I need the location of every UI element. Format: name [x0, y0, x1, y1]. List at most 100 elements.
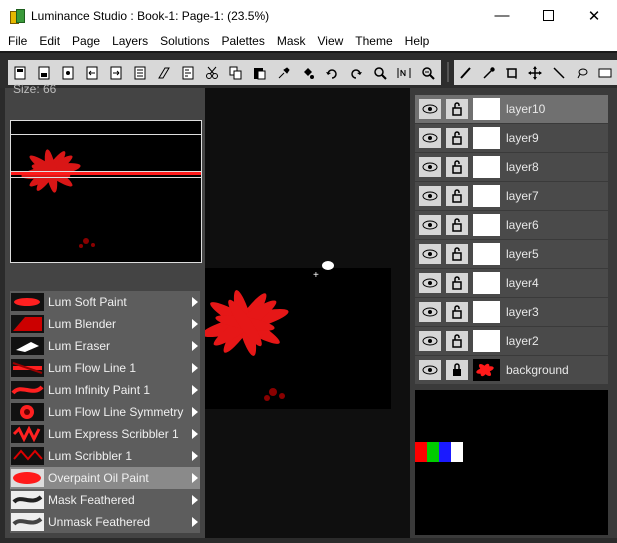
layer-row[interactable]: layer3 — [415, 298, 608, 326]
menu-help[interactable]: Help — [405, 34, 430, 48]
move-icon[interactable] — [526, 63, 545, 83]
menu-edit[interactable]: Edit — [39, 34, 60, 48]
redo-icon[interactable] — [346, 63, 366, 83]
layer-row[interactable]: background — [415, 356, 608, 384]
chevron-right-icon[interactable] — [192, 451, 198, 461]
copy-icon[interactable] — [226, 63, 246, 83]
color-swatch[interactable] — [439, 442, 451, 462]
layer-row[interactable]: layer10 — [415, 95, 608, 123]
menu-view[interactable]: View — [318, 34, 344, 48]
undo-icon[interactable] — [322, 63, 342, 83]
eye-icon[interactable] — [419, 273, 441, 293]
artwork-canvas[interactable] — [205, 268, 391, 409]
layer-row[interactable]: layer6 — [415, 211, 608, 239]
eye-icon[interactable] — [419, 331, 441, 351]
color-swatch[interactable] — [415, 442, 427, 462]
import-icon[interactable] — [82, 63, 102, 83]
layer-row[interactable]: layer4 — [415, 269, 608, 297]
new-icon[interactable] — [10, 63, 30, 83]
lasso-icon[interactable] — [572, 63, 591, 83]
line-icon[interactable] — [549, 63, 568, 83]
chevron-right-icon[interactable] — [192, 297, 198, 307]
chevron-right-icon[interactable] — [192, 429, 198, 439]
chevron-right-icon[interactable] — [192, 341, 198, 351]
brush-item[interactable]: Lum Soft Paint — [10, 291, 200, 313]
menu-layers[interactable]: Layers — [112, 34, 148, 48]
open-icon[interactable] — [58, 63, 78, 83]
layer-row[interactable]: layer2 — [415, 327, 608, 355]
close-button[interactable]: ✕ — [571, 0, 617, 31]
menu-palettes[interactable]: Palettes — [221, 34, 264, 48]
cut-icon[interactable] — [202, 63, 222, 83]
brush-item[interactable]: Mask Feathered — [10, 489, 200, 511]
brush-item[interactable]: Lum Flow Line 1 — [10, 357, 200, 379]
eye-icon[interactable] — [419, 128, 441, 148]
brush-item[interactable]: Unmask Feathered — [10, 511, 200, 533]
lock-closed-icon[interactable] — [446, 360, 468, 380]
brush-item[interactable]: Lum Eraser — [10, 335, 200, 357]
actual-size-icon[interactable] — [394, 63, 414, 83]
lock-icon[interactable] — [446, 273, 468, 293]
navigator-preview[interactable] — [10, 120, 202, 263]
chevron-right-icon[interactable] — [192, 319, 198, 329]
lock-icon[interactable] — [446, 186, 468, 206]
zoom-out-icon[interactable] — [418, 63, 438, 83]
brush-list: Lum Soft Paint Lum Blender Lum Eraser Lu… — [10, 291, 200, 533]
lock-icon[interactable] — [446, 157, 468, 177]
chevron-right-icon[interactable] — [192, 407, 198, 417]
lock-icon[interactable] — [446, 331, 468, 351]
maximize-button[interactable] — [525, 0, 571, 31]
print-icon[interactable] — [130, 63, 150, 83]
layer-row[interactable]: layer7 — [415, 182, 608, 210]
fill-icon[interactable] — [298, 63, 318, 83]
brush-icon[interactable] — [456, 63, 475, 83]
chevron-right-icon[interactable] — [192, 517, 198, 527]
color-swatch[interactable] — [451, 442, 463, 462]
eyedropper-icon[interactable] — [479, 63, 498, 83]
paste-icon[interactable] — [250, 63, 270, 83]
lock-icon[interactable] — [446, 99, 468, 119]
eye-icon[interactable] — [419, 186, 441, 206]
export-icon[interactable] — [106, 63, 126, 83]
rect-icon[interactable] — [596, 63, 615, 83]
eye-icon[interactable] — [419, 244, 441, 264]
layer-row[interactable]: layer8 — [415, 153, 608, 181]
script-icon[interactable] — [178, 63, 198, 83]
eye-icon[interactable] — [419, 302, 441, 322]
chevron-right-icon[interactable] — [192, 385, 198, 395]
menu-file[interactable]: File — [8, 34, 27, 48]
eye-icon[interactable] — [419, 99, 441, 119]
minimize-button[interactable]: — — [479, 0, 525, 31]
lock-icon[interactable] — [446, 244, 468, 264]
lock-icon[interactable] — [446, 128, 468, 148]
layer-row[interactable]: layer9 — [415, 124, 608, 152]
lock-icon[interactable] — [446, 215, 468, 235]
brush-item[interactable]: Lum Infinity Paint 1 — [10, 379, 200, 401]
chevron-right-icon[interactable] — [192, 495, 198, 505]
brush-label: Unmask Feathered — [48, 515, 151, 529]
zoom-in-icon[interactable] — [370, 63, 390, 83]
pick-icon[interactable] — [274, 63, 294, 83]
eye-icon[interactable] — [419, 215, 441, 235]
brush-item[interactable]: Lum Flow Line Symmetry — [10, 401, 200, 423]
brush-item[interactable]: Lum Scribbler 1 — [10, 445, 200, 467]
brush-item-selected[interactable]: Overpaint Oil Paint — [10, 467, 200, 489]
menu-solutions[interactable]: Solutions — [160, 34, 209, 48]
brush-item[interactable]: Lum Express Scribbler 1 — [10, 423, 200, 445]
brush-item[interactable]: Lum Blender — [10, 313, 200, 335]
chevron-right-icon[interactable] — [192, 363, 198, 373]
menu-theme[interactable]: Theme — [355, 34, 392, 48]
gradient-icon[interactable] — [154, 63, 174, 83]
color-swatch-panel[interactable] — [415, 390, 608, 535]
save-icon[interactable] — [34, 63, 54, 83]
lock-icon[interactable] — [446, 302, 468, 322]
menu-mask[interactable]: Mask — [277, 34, 306, 48]
crop-icon[interactable] — [503, 63, 522, 83]
color-swatch[interactable] — [427, 442, 439, 462]
menu-page[interactable]: Page — [72, 34, 100, 48]
eye-icon[interactable] — [419, 360, 441, 380]
chevron-right-icon[interactable] — [192, 473, 198, 483]
layer-row[interactable]: layer5 — [415, 240, 608, 268]
eye-icon[interactable] — [419, 157, 441, 177]
canvas-area[interactable]: + — [205, 88, 410, 538]
